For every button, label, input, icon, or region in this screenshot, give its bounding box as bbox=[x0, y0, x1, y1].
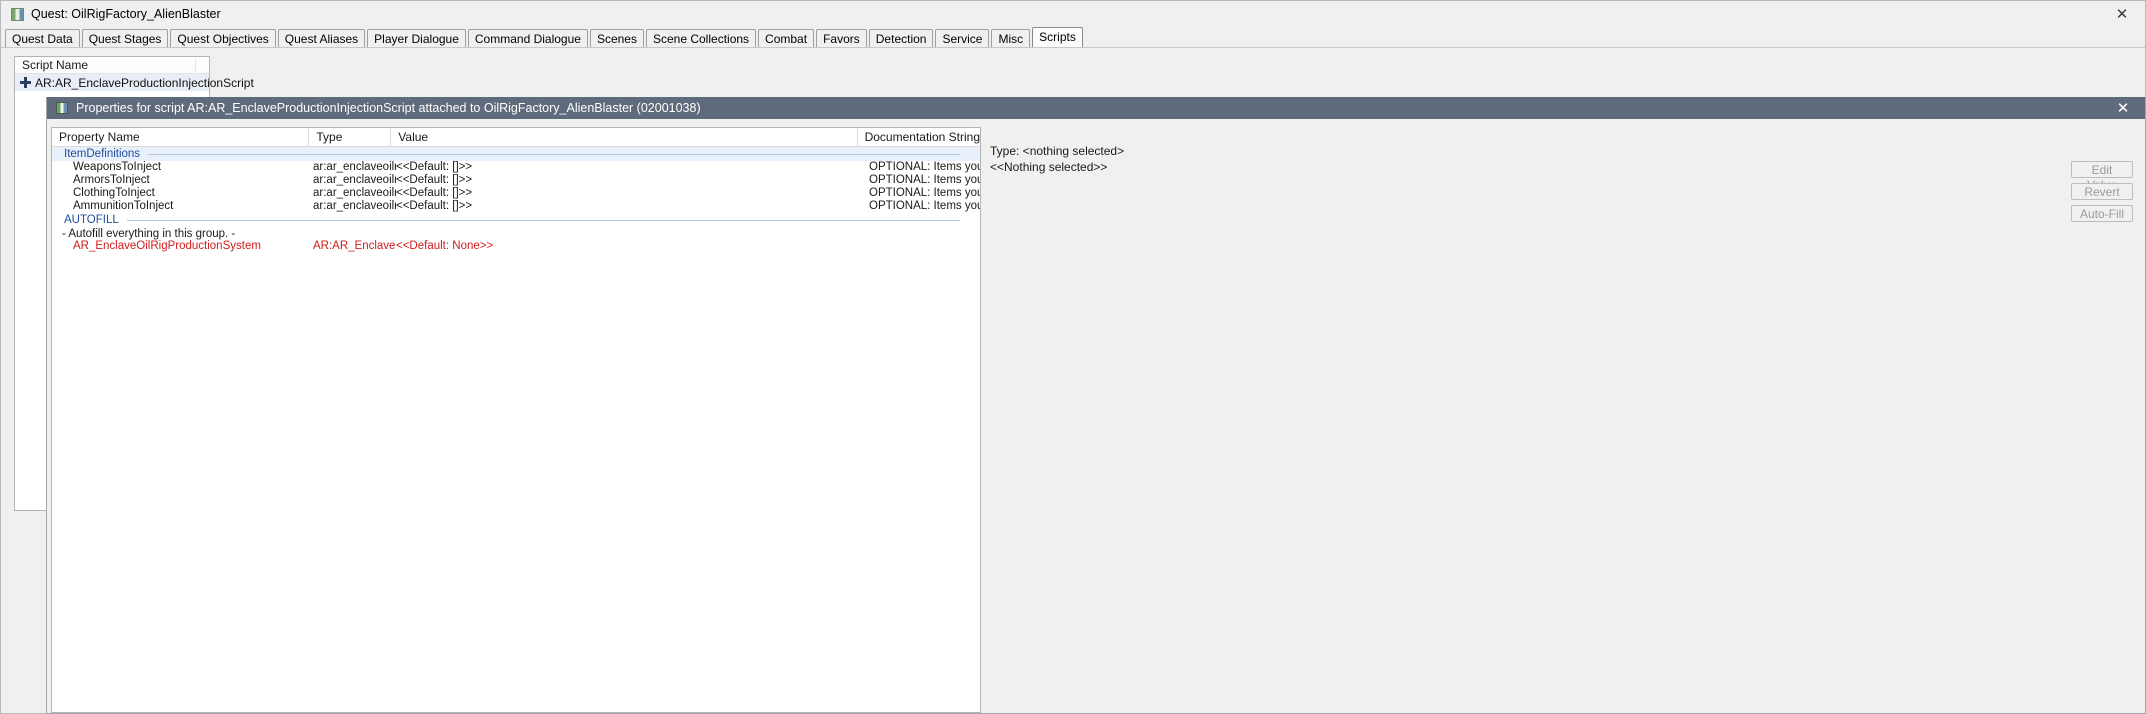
column-header-value[interactable]: Value bbox=[391, 128, 857, 146]
app-icon bbox=[56, 102, 68, 114]
script-properties-dialog: Properties for script AR:AR_EnclaveProdu… bbox=[46, 97, 2146, 714]
property-name-cell: ClothingToInject bbox=[52, 187, 313, 200]
tab-detection[interactable]: Detection bbox=[869, 29, 934, 47]
app-icon bbox=[11, 8, 24, 21]
tab-quest-data[interactable]: Quest Data bbox=[5, 29, 80, 47]
table-row[interactable]: ArmorsToInjectar:ar_enclaveoilrig...<<De… bbox=[52, 174, 980, 187]
list-item[interactable]: AR:AR_EnclaveProductionInjectionScript bbox=[15, 74, 209, 91]
script-list-header: Script Name bbox=[15, 57, 209, 74]
selected-type-label: Type: <nothing selected> bbox=[990, 144, 1124, 158]
property-name-cell: ArmorsToInject bbox=[52, 174, 313, 187]
close-icon[interactable]: ✕ bbox=[2101, 97, 2145, 119]
column-header-type[interactable]: Type bbox=[309, 128, 391, 146]
selected-value-label: <<Nothing selected>> bbox=[990, 160, 1107, 174]
group-divider bbox=[127, 220, 960, 221]
property-grid[interactable]: Property Name Type Value Documentation S… bbox=[51, 127, 981, 713]
property-doc-cell: OPTIONAL: Items you want bbox=[869, 174, 980, 187]
table-row[interactable]: AmmunitionToInjectar:ar_enclaveoilrig...… bbox=[52, 200, 980, 213]
property-type-cell: AR:AR_EnclaveOil... bbox=[313, 240, 396, 253]
script-name-label: AR:AR_EnclaveProductionInjectionScript bbox=[35, 76, 254, 90]
property-value-cell: <<Default: []>> bbox=[396, 161, 869, 174]
tab-combat[interactable]: Combat bbox=[758, 29, 814, 47]
plus-icon bbox=[20, 77, 31, 88]
tab-scene-collections[interactable]: Scene Collections bbox=[646, 29, 756, 47]
property-value-cell: <<Default: []>> bbox=[396, 174, 869, 187]
property-value-cell: <<Default: []>> bbox=[396, 187, 869, 200]
tab-quest-objectives[interactable]: Quest Objectives bbox=[170, 29, 275, 47]
property-type-cell: ar:ar_enclaveoilrig... bbox=[313, 161, 396, 174]
revert-button[interactable]: Revert bbox=[2071, 183, 2133, 200]
column-header-property-name[interactable]: Property Name bbox=[52, 128, 309, 146]
quest-tab-strip: Quest DataQuest StagesQuest ObjectivesQu… bbox=[1, 27, 2145, 47]
table-row[interactable]: WeaponsToInjectar:ar_enclaveoilrig...<<D… bbox=[52, 161, 980, 174]
property-grid-rows: ItemDefinitionsWeaponsToInjectar:ar_encl… bbox=[52, 147, 980, 712]
properties-dialog-titlebar: Properties for script AR:AR_EnclaveProdu… bbox=[47, 97, 2145, 119]
property-value-cell: <<Default: None>> bbox=[396, 240, 869, 253]
tab-scripts[interactable]: Scripts bbox=[1032, 27, 1083, 47]
property-details-pane: Type: <nothing selected> <<Nothing selec… bbox=[981, 119, 2145, 713]
auto-fill-button[interactable]: Auto-Fill bbox=[2071, 205, 2133, 222]
tab-service[interactable]: Service bbox=[935, 29, 989, 47]
property-grid-header: Property Name Type Value Documentation S… bbox=[52, 128, 980, 147]
property-name-cell: WeaponsToInject bbox=[52, 161, 313, 174]
script-list-rows: AR:AR_EnclaveProductionInjectionScript bbox=[15, 74, 209, 91]
tab-quest-stages[interactable]: Quest Stages bbox=[82, 29, 169, 47]
property-doc-cell: OPTIONAL: Items you want bbox=[869, 200, 980, 213]
property-type-cell: ar:ar_enclaveoilrig... bbox=[313, 187, 396, 200]
tab-player-dialogue[interactable]: Player Dialogue bbox=[367, 29, 466, 47]
quest-window-titlebar: Quest: OilRigFactory_AlienBlaster ✕ bbox=[1, 1, 2145, 27]
property-group-label: AUTOFILL bbox=[64, 214, 119, 226]
property-group-label: ItemDefinitions bbox=[64, 148, 140, 160]
quest-window-title: Quest: OilRigFactory_AlienBlaster bbox=[31, 7, 221, 21]
close-icon[interactable]: ✕ bbox=[2099, 1, 2145, 27]
edit-value-button[interactable]: Edit Value bbox=[2071, 161, 2133, 178]
property-type-cell: ar:ar_enclaveoilrig... bbox=[313, 174, 396, 187]
column-header-documentation-string[interactable]: Documentation String bbox=[858, 128, 980, 146]
tab-favors[interactable]: Favors bbox=[816, 29, 867, 47]
property-type-cell: ar:ar_enclaveoilrig... bbox=[313, 200, 396, 213]
property-name-cell: AmmunitionToInject bbox=[52, 200, 313, 213]
tab-scenes[interactable]: Scenes bbox=[590, 29, 644, 47]
tab-quest-aliases[interactable]: Quest Aliases bbox=[278, 29, 365, 47]
properties-dialog-title: Properties for script AR:AR_EnclaveProdu… bbox=[76, 101, 701, 115]
group-divider bbox=[148, 154, 960, 155]
property-group-note: - Autofill everything in this group. - bbox=[52, 227, 980, 240]
tab-misc[interactable]: Misc bbox=[991, 29, 1030, 47]
property-doc-cell: OPTIONAL: Items you want bbox=[869, 187, 980, 200]
property-value-cell: <<Default: []>> bbox=[396, 200, 869, 213]
table-row[interactable]: AR_EnclaveOilRigProductionSystemAR:AR_En… bbox=[52, 240, 980, 253]
property-group-header[interactable]: AUTOFILL bbox=[52, 213, 980, 227]
tab-command-dialogue[interactable]: Command Dialogue bbox=[468, 29, 588, 47]
property-name-cell: AR_EnclaveOilRigProductionSystem bbox=[52, 240, 313, 253]
properties-dialog-body: Property Name Type Value Documentation S… bbox=[47, 119, 2145, 713]
property-group-header[interactable]: ItemDefinitions bbox=[52, 147, 980, 161]
table-row[interactable]: ClothingToInjectar:ar_enclaveoilrig...<<… bbox=[52, 187, 980, 200]
property-doc-cell: OPTIONAL: Items you want bbox=[869, 161, 980, 174]
